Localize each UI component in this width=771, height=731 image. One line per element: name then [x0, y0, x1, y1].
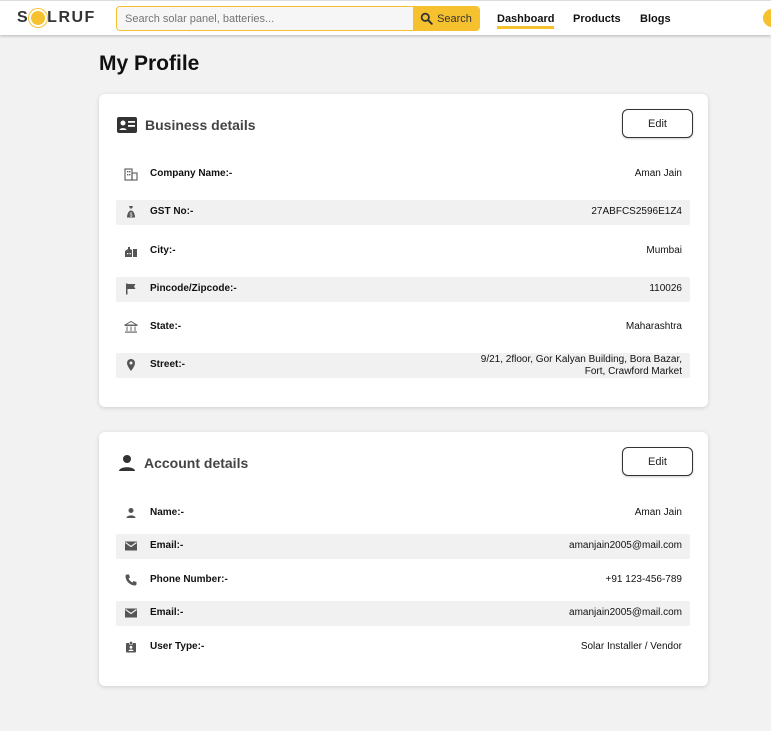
email-label: Email:- [150, 607, 184, 618]
list-item: Name:- Aman Jain [116, 501, 690, 526]
search-button-label: Search [437, 12, 472, 25]
list-item: Phone Number:- +91 123-456-789 [116, 568, 690, 593]
phone-label: Phone Number:- [150, 574, 228, 585]
logo-text: LRUF [47, 9, 96, 26]
money-bag-icon: $ [127, 206, 135, 219]
account-details-title: Account details [144, 455, 249, 471]
street-label: Street:- [150, 359, 186, 370]
pincode-value: 110026 [649, 283, 682, 294]
email-label: Email:- [150, 540, 184, 551]
email-value: amanjain2005@mail.com [569, 607, 682, 618]
svg-text:$: $ [130, 213, 133, 219]
phone-value: +91 123-456-789 [605, 574, 682, 585]
list-item: Company Name:- Aman Jain [116, 162, 690, 187]
phone-icon [125, 574, 137, 586]
user-type-label: User Type:- [150, 641, 205, 652]
building-icon [124, 168, 138, 181]
gst-label: GST No:- [150, 206, 194, 217]
pincode-label: Pincode/Zipcode:- [150, 283, 237, 294]
business-details-title: Business details [145, 117, 256, 133]
list-item: City:- Mumbai [116, 239, 690, 264]
list-item: Street:- 9/21, 2floor, Gor Kalyan Buildi… [116, 353, 690, 378]
location-pin-icon [127, 359, 135, 371]
search-bar: Search [116, 6, 480, 31]
list-item: Pincode/Zipcode:- 110026 [116, 277, 690, 302]
logo-letter: S [17, 9, 30, 26]
account-details-card: Account details Edit Name:- Aman Jain Em… [99, 432, 708, 686]
search-input[interactable] [117, 7, 413, 30]
id-card-icon [117, 117, 137, 133]
gst-value: 27ABFCS2596E1Z4 [591, 206, 682, 217]
avatar[interactable] [763, 9, 771, 27]
page-title: My Profile [99, 52, 200, 75]
city-value: Mumbai [646, 245, 682, 256]
company-name-label: Company Name:- [150, 168, 233, 179]
email-value: amanjain2005@mail.com [569, 540, 682, 551]
name-label: Name:- [150, 507, 184, 518]
search-icon [420, 12, 433, 25]
list-item: $ GST No:- 27ABFCS2596E1Z4 [116, 200, 690, 225]
name-value: Aman Jain [634, 507, 682, 518]
city-icon [125, 247, 137, 257]
company-name-value: Aman Jain [634, 168, 682, 179]
person-icon [126, 508, 136, 518]
sun-logo-icon [31, 11, 46, 25]
bank-icon [124, 320, 138, 333]
badge-icon [126, 641, 136, 653]
person-icon [119, 455, 135, 471]
nav-dashboard[interactable]: Dashboard [497, 13, 555, 29]
street-value-line-1: 9/21, 2floor, Gor Kalyan Building, Bora … [480, 354, 682, 365]
mail-icon [125, 541, 137, 551]
street-value: 9/21, 2floor, Gor Kalyan Building, Bora … [481, 354, 682, 378]
list-item: User Type:- Solar Installer / Vendor [116, 635, 690, 660]
state-label: State:- [150, 321, 182, 332]
solruf-logo[interactable]: S LRUF [17, 9, 96, 27]
search-button[interactable]: Search [413, 7, 479, 30]
edit-account-button[interactable]: Edit [622, 447, 693, 476]
list-item: Email:- amanjain2005@mail.com [116, 601, 690, 626]
user-type-value: Solar Installer / Vendor [580, 641, 682, 652]
state-value: Maharashtra [625, 321, 682, 332]
list-item: State:- Maharashtra [116, 315, 690, 340]
list-item: Email:- amanjain2005@mail.com [116, 534, 690, 559]
edit-business-button[interactable]: Edit [622, 109, 693, 138]
top-navbar: S LRUF Search Dashboard Products Blogs [0, 0, 771, 35]
nav-blogs[interactable]: Blogs [640, 13, 671, 25]
nav-products[interactable]: Products [573, 13, 621, 25]
street-value-line-2: Fort, Crawford Market [584, 366, 682, 377]
city-label: City:- [150, 245, 176, 256]
business-details-card: Business details Edit Company Name:- Ama… [99, 94, 708, 407]
mail-icon [125, 608, 137, 618]
flag-icon [126, 283, 136, 295]
